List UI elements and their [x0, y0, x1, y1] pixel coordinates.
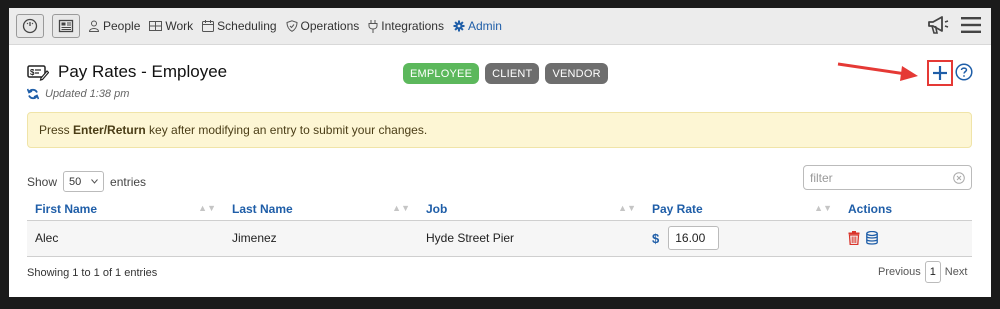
entries-label: entries: [110, 174, 147, 189]
next-link[interactable]: Next: [945, 266, 968, 278]
table-row: Alec Jimenez Hyde Street Pier $ 16.00: [27, 220, 972, 257]
work-grid-icon: [149, 21, 163, 31]
sort-icon: ▲▼: [814, 203, 832, 213]
nav-scheduling[interactable]: Scheduling: [202, 19, 277, 33]
person-icon: [88, 20, 100, 32]
page-title: Pay Rates - Employee: [58, 62, 228, 81]
page-size-value: 50: [69, 175, 82, 188]
hamburger-menu-icon[interactable]: [961, 16, 981, 34]
tab-employee[interactable]: EMPLOYEE: [403, 63, 480, 84]
gear-icon: [453, 20, 465, 32]
chevron-down-icon: [91, 179, 98, 184]
alert-prefix: Press: [39, 123, 74, 137]
column-pay-rate[interactable]: Pay Rate ▲▼: [644, 198, 840, 221]
svg-text:$: $: [30, 68, 35, 77]
cell-actions: [840, 220, 972, 257]
page-number-button[interactable]: 1: [924, 261, 941, 283]
cell-last-name: Jimenez: [224, 220, 418, 257]
last-updated: Updated 1:38 pm: [27, 88, 129, 100]
sort-icon: ▲▼: [198, 203, 216, 213]
cell-pay-rate: $ 16.00: [644, 220, 840, 257]
pagination: Previous 1 Next: [878, 261, 967, 283]
column-actions: Actions: [840, 198, 972, 221]
trash-icon[interactable]: [848, 231, 860, 245]
clear-icon[interactable]: [953, 171, 965, 184]
navbar-right: [927, 14, 981, 36]
page-size-select[interactable]: 50: [63, 171, 105, 192]
tab-vendor[interactable]: VENDOR: [545, 63, 608, 84]
help-icon[interactable]: [955, 63, 973, 81]
page-size-control: Show 50 entries: [27, 171, 146, 192]
nav-operations[interactable]: Operations: [286, 19, 360, 33]
filter-input[interactable]: filter: [803, 165, 972, 190]
info-alert: Press Enter/Return key after modifying a…: [27, 112, 972, 148]
column-last-name[interactable]: Last Name ▲▼: [224, 198, 418, 221]
table-header-row: First Name ▲▼ Last Name ▲▼ Job ▲▼ Pay Rate ▲…: [27, 198, 972, 221]
nav-people[interactable]: People: [88, 19, 140, 33]
red-arrow-annotation: [837, 62, 918, 81]
pay-rates-table: First Name ▲▼ Last Name ▲▼ Job ▲▼ Pay Rate ▲…: [27, 198, 972, 257]
gauge-icon: [22, 18, 38, 34]
nav-scheduling-label: Scheduling: [217, 19, 277, 33]
tab-client[interactable]: CLIENT: [485, 63, 540, 84]
alert-suffix: key after modifying an entry to submit y…: [145, 123, 428, 137]
top-navbar: People Work Scheduling Operations Integr…: [9, 8, 991, 45]
nav-admin-label: Admin: [467, 19, 502, 33]
alert-key: Enter/Return: [73, 123, 146, 137]
app-window: People Work Scheduling Operations Integr…: [9, 8, 991, 297]
sort-icon: ▲▼: [392, 203, 410, 213]
refresh-icon[interactable]: [27, 88, 39, 100]
plus-icon: [933, 66, 947, 80]
column-last-name-label: Last Name: [232, 201, 293, 216]
nav-work-label: Work: [165, 19, 194, 33]
sort-icon: ▲▼: [618, 203, 636, 213]
plug-icon: [368, 19, 378, 33]
rate-type-tabs: EMPLOYEE CLIENT VENDOR: [403, 63, 614, 84]
column-pay-rate-label: Pay Rate: [652, 201, 703, 216]
column-job-label: Job: [426, 201, 448, 216]
previous-link[interactable]: Previous: [878, 266, 921, 278]
newspaper-icon: [58, 19, 74, 33]
column-first-name-label: First Name: [35, 201, 98, 216]
filter-placeholder: filter: [810, 170, 833, 185]
add-pay-rate-button[interactable]: [927, 60, 953, 86]
pay-rate-input[interactable]: 16.00: [668, 226, 720, 250]
database-icon[interactable]: [866, 231, 878, 245]
nav-integrations[interactable]: Integrations: [368, 19, 444, 33]
nav-work[interactable]: Work: [149, 19, 193, 33]
megaphone-icon[interactable]: [927, 14, 951, 36]
column-job[interactable]: Job ▲▼: [418, 198, 644, 221]
column-actions-label: Actions: [848, 201, 893, 216]
column-first-name[interactable]: First Name ▲▼: [27, 198, 224, 221]
nav-admin[interactable]: Admin: [453, 19, 502, 33]
cell-first-name: Alec: [27, 220, 224, 257]
calendar-icon: [202, 20, 215, 32]
dashboard-button[interactable]: [16, 14, 44, 38]
row-actions: [848, 231, 972, 245]
nav-integrations-label: Integrations: [381, 19, 444, 33]
pay-rate-icon: $: [27, 65, 49, 81]
cell-job: Hyde Street Pier: [418, 220, 644, 257]
news-button[interactable]: [52, 14, 80, 38]
pay-rate-editor: $ 16.00: [652, 226, 840, 250]
table-info: Showing 1 to 1 of 1 entries: [27, 267, 158, 279]
updated-text: Updated 1:38 pm: [45, 88, 130, 100]
currency-symbol: $: [652, 230, 660, 246]
shield-icon: [286, 20, 298, 32]
nav-people-label: People: [103, 19, 141, 33]
page-header: $ Pay Rates - Employee: [27, 62, 227, 82]
nav-operations-label: Operations: [300, 19, 360, 33]
show-label: Show: [27, 174, 58, 189]
